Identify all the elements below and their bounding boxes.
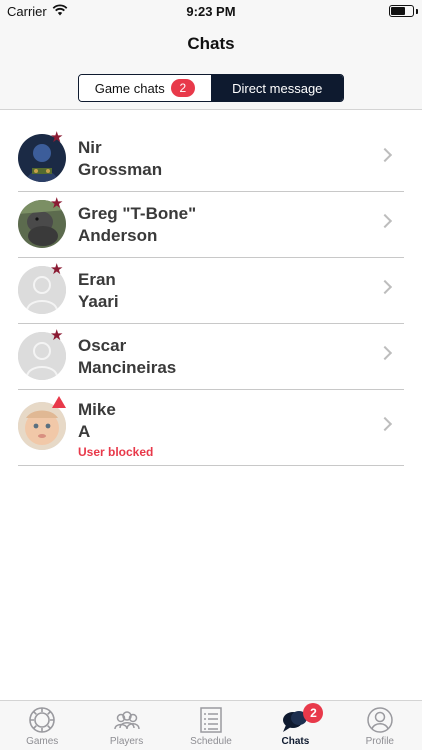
last-name: Yaari bbox=[78, 292, 119, 311]
first-name: Oscar bbox=[78, 336, 127, 355]
chat-row[interactable]: ★ Nir Grossman bbox=[18, 126, 404, 192]
warning-icon bbox=[52, 396, 66, 408]
chat-list: ★ Nir Grossman ★ Greg "T-Bone" Anderson … bbox=[0, 126, 422, 466]
last-name: Grossman bbox=[78, 160, 163, 179]
tab-label: Players bbox=[109, 736, 144, 747]
last-name: Mancineiras bbox=[78, 358, 177, 377]
tab-label: Schedule bbox=[190, 736, 232, 747]
battery-icon bbox=[389, 5, 414, 17]
chat-row[interactable]: Mike A User blocked bbox=[18, 390, 404, 466]
first-name: Eran bbox=[78, 270, 116, 289]
star-icon: ★ bbox=[50, 327, 64, 344]
status-bar: Carrier 9:23 PM bbox=[0, 0, 422, 22]
tab-chats[interactable]: 2 Chats bbox=[253, 701, 337, 750]
tab-label: Chats bbox=[281, 736, 310, 747]
chat-row[interactable]: ★ Eran Yaari bbox=[18, 258, 404, 324]
contact-name: Eran Yaari bbox=[78, 269, 119, 313]
profile-icon bbox=[365, 706, 395, 734]
page-title: Chats bbox=[187, 34, 235, 53]
schedule-icon bbox=[196, 706, 226, 734]
star-icon: ★ bbox=[50, 195, 64, 212]
players-icon bbox=[112, 706, 142, 734]
last-name: A bbox=[78, 422, 91, 441]
tab-profile[interactable]: Profile bbox=[338, 701, 422, 750]
last-name: Anderson bbox=[78, 226, 158, 245]
contact-name: Mike A bbox=[78, 399, 116, 443]
chat-type-segmented-control: Game chats 2 Direct message bbox=[78, 74, 344, 102]
segment-direct-message[interactable]: Direct message bbox=[211, 75, 343, 101]
star-icon: ★ bbox=[50, 129, 64, 146]
tab-label: Profile bbox=[365, 736, 394, 747]
tab-players[interactable]: Players bbox=[84, 701, 168, 750]
tab-schedule[interactable]: Schedule bbox=[169, 701, 253, 750]
tab-label: Games bbox=[26, 736, 59, 747]
chevron-right-icon bbox=[377, 147, 393, 163]
chevron-right-icon bbox=[377, 416, 393, 432]
first-name: Mike bbox=[78, 400, 116, 419]
segment-direct-message-label: Direct message bbox=[232, 80, 323, 96]
contact-name: Greg "T-Bone" Anderson bbox=[78, 203, 196, 247]
chevron-right-icon bbox=[377, 345, 393, 361]
segment-game-chats-label: Game chats bbox=[94, 80, 165, 96]
chevron-right-icon bbox=[377, 279, 393, 295]
first-name: Nir bbox=[78, 138, 102, 157]
segment-game-chats[interactable]: Game chats 2 bbox=[79, 75, 212, 101]
clock: 9:23 PM bbox=[186, 4, 236, 19]
chevron-right-icon bbox=[377, 213, 393, 229]
battery-cap bbox=[416, 9, 418, 14]
navigation-header: Chats Game chats 2 Direct message bbox=[0, 22, 422, 110]
contact-name: Nir Grossman bbox=[78, 137, 162, 181]
chats-tab-badge: 2 bbox=[303, 703, 324, 723]
blocked-status: User blocked bbox=[78, 445, 154, 459]
game-chats-badge: 2 bbox=[170, 79, 195, 97]
tab-bar: Games Players Schedule 2 Chats Profile bbox=[0, 700, 422, 750]
tab-games[interactable]: Games bbox=[0, 701, 84, 750]
first-name: Greg "T-Bone" bbox=[78, 204, 197, 223]
chat-row[interactable]: ★ Oscar Mancineiras bbox=[18, 324, 404, 390]
poker-chip-icon bbox=[27, 706, 57, 734]
contact-name: Oscar Mancineiras bbox=[78, 335, 176, 379]
chat-row[interactable]: ★ Greg "T-Bone" Anderson bbox=[18, 192, 404, 258]
star-icon: ★ bbox=[50, 261, 64, 278]
avatar bbox=[18, 402, 66, 450]
